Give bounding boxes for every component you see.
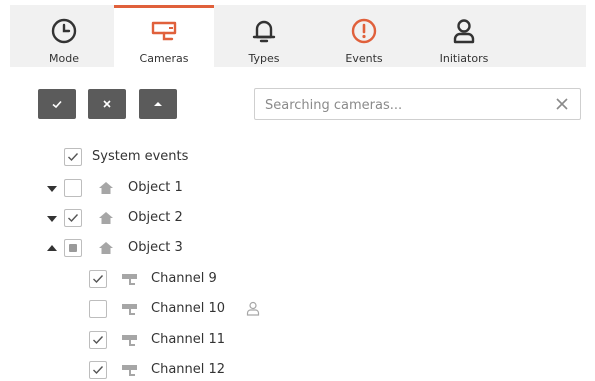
tree-row-channel-11[interactable]: Channel 11 [89,329,289,351]
tree-row-channel-12[interactable]: Channel 12 [89,359,289,381]
tab-events-label: Events [345,52,383,65]
tree-row-channel-9[interactable]: Channel 9 [89,268,289,290]
expand-caret-icon[interactable] [46,214,58,224]
system-events-label: System events [92,149,189,164]
tab-cameras-label: Cameras [139,52,189,65]
camera-channel-icon [122,365,137,376]
camera-icon [151,21,177,41]
caret-up-icon [154,102,162,106]
search-box [254,88,581,121]
object-1-checkbox[interactable] [64,179,82,197]
close-icon [103,100,111,108]
camera-channel-icon [122,304,137,315]
channel-9-label: Channel 9 [151,271,217,286]
tree-row-object-2[interactable]: Object 2 [44,207,244,229]
tree-row-system-events[interactable]: System events [64,146,264,168]
channel-11-checkbox[interactable] [89,331,107,349]
channel-9-checkbox[interactable] [89,270,107,288]
user-icon [453,19,475,44]
tree-row-channel-10[interactable]: Channel 10 [89,298,309,320]
tree-row-object-1[interactable]: Object 1 [44,177,244,199]
bell-icon [252,20,276,43]
tree-row-object-3[interactable]: Object 3 [44,237,244,259]
alert-icon [351,18,377,44]
tab-types[interactable]: Types [214,5,314,67]
clock-icon [51,18,77,44]
object-house-icon [99,212,113,224]
channel-11-label: Channel 11 [151,332,226,347]
clear-selection-button[interactable] [88,89,126,119]
tab-cameras[interactable]: Cameras [114,5,214,67]
tab-types-label: Types [248,52,280,65]
channel-12-checkbox[interactable] [89,361,107,379]
select-all-button[interactable] [38,89,76,119]
clear-search-icon[interactable] [554,96,570,112]
tab-bar: Mode Cameras Types Events Initiators [10,5,586,67]
tab-mode-label: Mode [49,52,79,65]
channel-10-checkbox[interactable] [89,300,107,318]
object-1-label: Object 1 [128,180,183,195]
tab-events[interactable]: Events [314,5,414,67]
checkmark-icon [52,100,62,109]
object-3-checkbox[interactable] [64,239,82,257]
channel-10-label: Channel 10 [151,301,226,316]
tab-initiators-label: Initiators [439,52,489,65]
tab-mode[interactable]: Mode [14,5,114,67]
camera-channel-icon [122,335,137,346]
tab-initiators[interactable]: Initiators [414,5,514,67]
channel-12-label: Channel 12 [151,362,226,377]
expand-caret-icon[interactable] [46,184,58,194]
object-3-label: Object 3 [128,240,183,255]
search-input[interactable] [263,89,537,121]
camera-channel-icon [122,274,137,285]
collapse-all-button[interactable] [139,89,177,119]
object-2-label: Object 2 [128,210,183,225]
object-2-checkbox[interactable] [64,209,82,227]
object-house-icon [99,242,113,254]
object-house-icon [99,182,113,194]
collapse-caret-icon[interactable] [46,243,58,253]
user-icon [246,301,260,316]
system-events-checkbox[interactable] [64,148,82,166]
